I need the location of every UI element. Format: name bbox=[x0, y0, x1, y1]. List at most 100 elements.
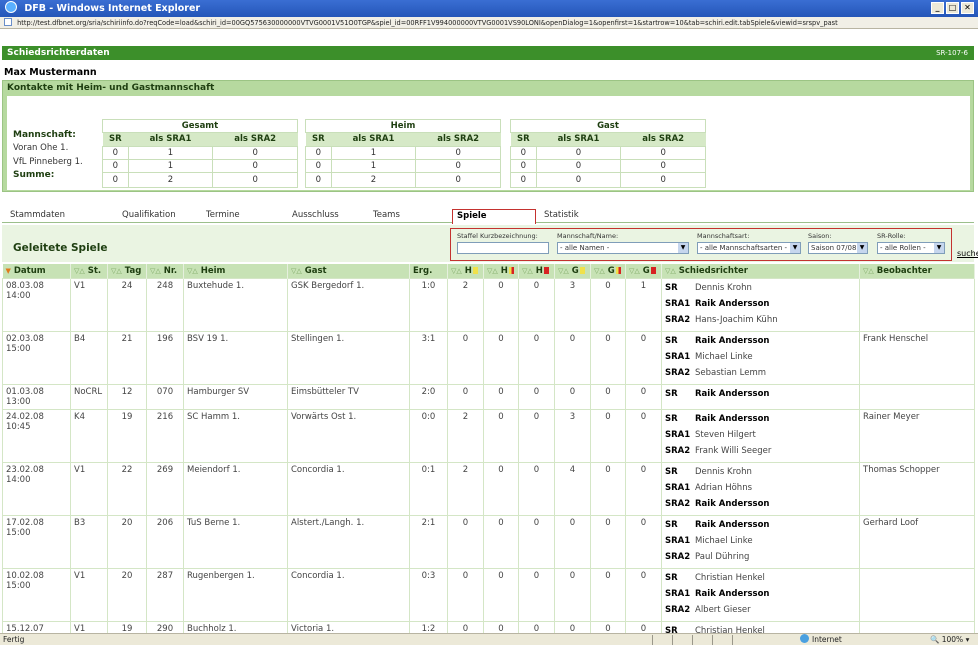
security-zone[interactable]: Internet bbox=[800, 634, 842, 645]
cell-beobachter: Frank Henschel bbox=[859, 330, 975, 385]
referee-line: SRA2 Sebastian Lemm bbox=[665, 366, 856, 382]
close-icon[interactable]: ✕ bbox=[961, 2, 974, 14]
filter-art-value: - alle Mannschaftsarten - bbox=[700, 244, 788, 252]
referee-line: SR Raik Andersson bbox=[665, 518, 856, 534]
contacts-cell: 0 bbox=[305, 158, 332, 173]
minimize-icon[interactable]: _ bbox=[931, 2, 944, 14]
col-datum[interactable]: ▼ Datum bbox=[2, 264, 71, 278]
contacts-group-title: Gast bbox=[510, 119, 706, 133]
cell-datum: 24.02.08 10:45 bbox=[2, 408, 71, 463]
yellow-card-icon bbox=[472, 266, 478, 274]
contacts-col-header: als SRA2 bbox=[620, 133, 706, 146]
cell-nr: 287 bbox=[146, 567, 184, 622]
tab-teams[interactable]: Teams bbox=[369, 209, 449, 223]
col-heim[interactable]: ▽△ Heim bbox=[183, 264, 288, 278]
cell-heim: Hamburger SV bbox=[183, 383, 288, 410]
contacts-group-heim: Heim SR als SRA1 als SRA2 0 1 0 0 1 0 0 2 0 bbox=[305, 119, 501, 188]
table-row[interactable]: 08.03.08 14:00 V1 24 248 Buxtehude 1. GSK Berg… bbox=[2, 277, 975, 332]
col-st[interactable]: ▽△ St. bbox=[70, 264, 108, 278]
referee-role: SRA2 bbox=[665, 551, 691, 562]
cell-tag: 19 bbox=[107, 408, 147, 463]
col-heim-yellow[interactable]: ▽△ H bbox=[447, 264, 484, 278]
cell-cards: 0 bbox=[518, 330, 555, 385]
contacts-table: SR als SRA1 als SRA2 0 1 0 0 1 0 0 2 0 bbox=[102, 133, 298, 188]
sort-icon: ▽△ bbox=[487, 266, 498, 275]
cell-schiedsrichter: SR Raik Andersson SRA1 Michael Linke SRA2 Pau… bbox=[661, 514, 860, 569]
cell-cards: 0 bbox=[483, 461, 519, 516]
col-gast[interactable]: ▽△ Gast bbox=[287, 264, 410, 278]
tab-qualifikation[interactable]: Qualifikation bbox=[118, 209, 198, 223]
col-heim-red[interactable]: ▽△ H bbox=[518, 264, 555, 278]
table-row[interactable]: 24.02.08 10:45 K4 19 216 SC Hamm 1. Vorwärts O… bbox=[2, 408, 975, 463]
col-beobachter[interactable]: ▽△ Beobachter bbox=[859, 264, 975, 278]
filter-art-select[interactable]: - alle Mannschaftsarten - ▼ bbox=[697, 242, 801, 254]
page-title: Schiedsrichterdaten bbox=[7, 48, 110, 58]
cell-cards: 0 bbox=[483, 383, 519, 410]
chevron-down-icon: ▼ bbox=[678, 243, 688, 253]
filter-rolle-select[interactable]: - alle Rollen - ▼ bbox=[877, 242, 945, 254]
col-erg: Erg. bbox=[409, 264, 448, 278]
referee-line: SRA1 Raik Andersson bbox=[665, 297, 856, 313]
referee-role: SRA1 bbox=[665, 429, 691, 440]
col-gast-yellowred[interactable]: ▽△ G bbox=[590, 264, 626, 278]
tab-statistik[interactable]: Statistik bbox=[540, 209, 624, 223]
col-gast-red[interactable]: ▽△ G bbox=[625, 264, 662, 278]
col-heim-yellowred[interactable]: ▽△ H bbox=[483, 264, 519, 278]
cell-cards: 0 bbox=[518, 408, 555, 463]
referee-name: Christian Henkel bbox=[695, 572, 765, 583]
contacts-sum-cell: 0 bbox=[415, 171, 501, 188]
filter-mannschaft-select[interactable]: - alle Namen - ▼ bbox=[557, 242, 689, 254]
referee-name: Albert Gieser bbox=[695, 604, 751, 615]
contacts-inner: Mannschaft: Voran Ohe 1. VfL Pinneberg 1… bbox=[7, 96, 970, 190]
table-row[interactable]: 17.02.08 15:00 B3 20 206 TuS Berne 1. Alstert.… bbox=[2, 514, 975, 569]
col-nr[interactable]: ▽△ Nr. bbox=[146, 264, 184, 278]
referee-name: Michael Linke bbox=[695, 535, 753, 546]
contacts-col-header: als SRA1 bbox=[331, 133, 416, 146]
internet-explorer-icon bbox=[5, 1, 17, 13]
referee-name: Dennis Krohn bbox=[695, 282, 752, 293]
sort-icon: ▽△ bbox=[665, 266, 676, 275]
address-url[interactable]: http://test.dfbnet.org/sria/schiriinfo.d… bbox=[17, 19, 838, 27]
referee-name: Raik Andersson bbox=[695, 498, 770, 509]
referee-name: Frank Willi Seeger bbox=[695, 445, 772, 456]
cell-cards: 0 bbox=[554, 514, 591, 569]
contacts-cell: 0 bbox=[620, 145, 706, 160]
col-tag[interactable]: ▽△ Tag bbox=[107, 264, 147, 278]
col-schiedsrichter[interactable]: ▽△ Schiedsrichter bbox=[661, 264, 860, 278]
table-row[interactable]: 10.02.08 15:00 V1 20 287 Rugenbergen 1. Concor… bbox=[2, 567, 975, 622]
referee-role: SRA1 bbox=[665, 298, 691, 309]
tab-ausschluss[interactable]: Ausschluss bbox=[288, 209, 368, 223]
cell-beobachter bbox=[859, 383, 975, 410]
referee-line: SR Dennis Krohn bbox=[665, 465, 856, 481]
zoom-control[interactable]: 🔍 100% ▾ bbox=[930, 634, 969, 645]
referee-role: SR bbox=[665, 388, 678, 399]
filter-staffel-input[interactable] bbox=[457, 242, 549, 254]
status-divider bbox=[652, 635, 653, 645]
cell-cards: 0 bbox=[590, 383, 626, 410]
search-link[interactable]: suche bbox=[957, 249, 978, 258]
tab-stammdaten[interactable]: Stammdaten bbox=[6, 209, 106, 223]
tab-spiele[interactable]: Spiele bbox=[452, 209, 536, 224]
referee-line: SRA2 Paul Dühring bbox=[665, 550, 856, 566]
referee-line: SRA2 Raik Andersson bbox=[665, 497, 856, 513]
filter-saison-value: Saison 07/08 bbox=[811, 244, 857, 252]
tab-termine[interactable]: Termine bbox=[202, 209, 282, 223]
cell-heim: Buxtehude 1. bbox=[183, 277, 288, 332]
contacts-cell: 0 bbox=[620, 158, 706, 173]
cell-cards: 0 bbox=[590, 277, 626, 332]
filter-saison-select[interactable]: Saison 07/08 ▼ bbox=[808, 242, 868, 254]
table-row[interactable]: 01.03.08 13:00 NoCRL 12 070 Hamburger SV Eimsb… bbox=[2, 383, 975, 410]
cell-cards: 0 bbox=[518, 514, 555, 569]
col-gast-yellow[interactable]: ▽△ G bbox=[554, 264, 591, 278]
cell-datum: 10.02.08 15:00 bbox=[2, 567, 71, 622]
maximize-icon[interactable]: □ bbox=[946, 2, 959, 14]
cell-nr: 070 bbox=[146, 383, 184, 410]
table-row[interactable]: 23.02.08 14:00 V1 22 269 Meiendorf 1. Concordi… bbox=[2, 461, 975, 516]
cell-heim: Meiendorf 1. bbox=[183, 461, 288, 516]
cell-tag: 12 bbox=[107, 383, 147, 410]
address-bar[interactable]: http://test.dfbnet.org/sria/schiriinfo.d… bbox=[0, 17, 978, 29]
table-row[interactable]: 02.03.08 15:00 B4 21 196 BSV 19 1. Stellingen … bbox=[2, 330, 975, 385]
contacts-cell: 0 bbox=[510, 158, 537, 173]
cell-st: K4 bbox=[70, 408, 108, 463]
cell-cards: 0 bbox=[590, 461, 626, 516]
